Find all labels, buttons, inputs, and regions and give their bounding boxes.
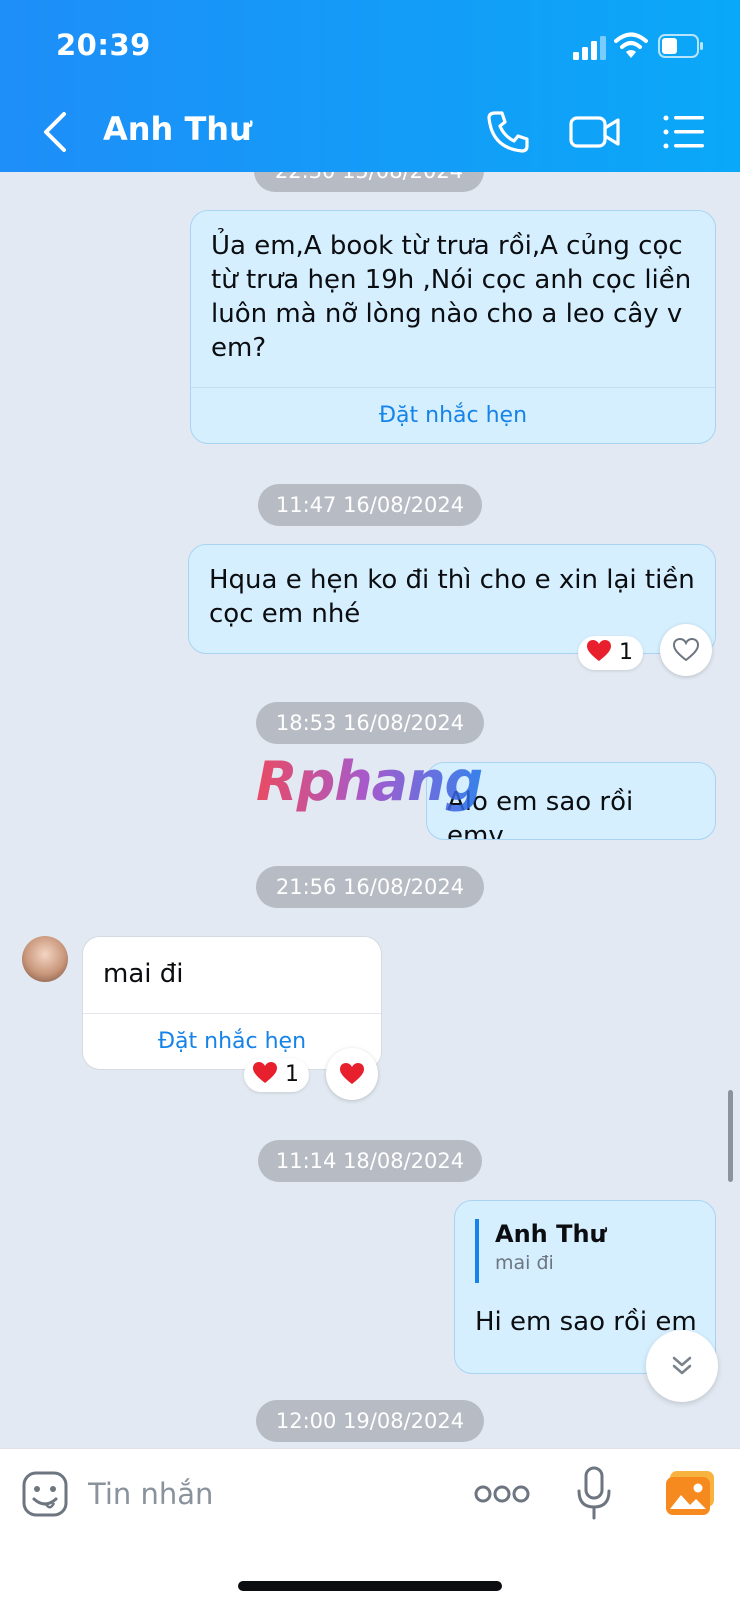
incoming-message[interactable]: mai đi Đặt nhắc hẹn [82,936,382,1070]
chevron-double-down-icon [672,1356,692,1375]
react-button[interactable] [660,624,712,676]
back-arrow-icon[interactable] [36,108,76,156]
heart-icon [587,640,611,661]
outgoing-message[interactable]: Hqua e hẹn ko đi thì cho e xin lại tiền … [188,544,716,654]
phone-icon[interactable] [484,108,532,156]
timestamp-pill: 11:47 16/08/2024 [258,484,482,526]
message-text: Ủa em,A book từ trưa rồi,A củng cọc từ t… [211,231,692,363]
heart-outline-icon [673,638,699,662]
list-menu-icon[interactable] [660,108,708,156]
quoted-message[interactable]: Anh Thư mai đi [475,1219,607,1283]
composer-bar [0,1448,740,1600]
quoted-sender: Anh Thư [495,1220,607,1248]
scroll-to-bottom-button[interactable] [646,1330,718,1402]
wifi-icon [614,32,648,58]
status-time: 20:39 [56,28,151,62]
reaction-count: 1 [619,640,633,665]
more-icon[interactable] [474,1479,530,1509]
set-reminder-link[interactable]: Đặt nhắc hẹn [191,387,715,443]
home-indicator [238,1581,502,1591]
timestamp-pill: 12:00 19/08/2024 [256,1400,484,1442]
microphone-icon[interactable] [576,1465,612,1521]
message-list[interactable]: 22:30 15/08/2024 Ủa em,A book từ trưa rồ… [0,172,740,1448]
react-button[interactable] [326,1048,378,1100]
watermark-logo: Rphang [256,750,483,813]
heart-icon [253,1062,277,1083]
conversation-title[interactable]: Anh Thư [103,110,252,148]
timestamp-pill: 21:56 16/08/2024 [256,866,484,908]
reaction-badge[interactable]: 1 [244,1058,309,1092]
message-text: Hqua e hẹn ko đi thì cho e xin lại tiền … [209,565,695,629]
quoted-text: mai đi [495,1252,554,1274]
timestamp-pill: 18:53 16/08/2024 [256,702,484,744]
message-input[interactable] [88,1471,448,1517]
avatar[interactable] [22,936,68,982]
cellular-signal-icon [573,36,606,60]
scrollbar[interactable] [728,1090,733,1182]
gallery-icon[interactable] [664,1469,716,1517]
reaction-badge[interactable]: 1 [578,636,643,670]
timestamp-pill: 22:30 15/08/2024 [254,172,484,192]
message-text: mai đi [103,959,184,989]
chat-header: 20:39 Anh Thư [0,0,740,172]
video-camera-icon[interactable] [568,108,622,156]
outgoing-message[interactable]: Ủa em,A book từ trưa rồi,A củng cọc từ t… [190,210,716,444]
sticker-icon[interactable] [22,1471,68,1517]
heart-icon [340,1063,364,1084]
reaction-count: 1 [285,1062,299,1087]
battery-icon [658,34,703,58]
timestamp-pill: 11:14 18/08/2024 [258,1140,482,1182]
